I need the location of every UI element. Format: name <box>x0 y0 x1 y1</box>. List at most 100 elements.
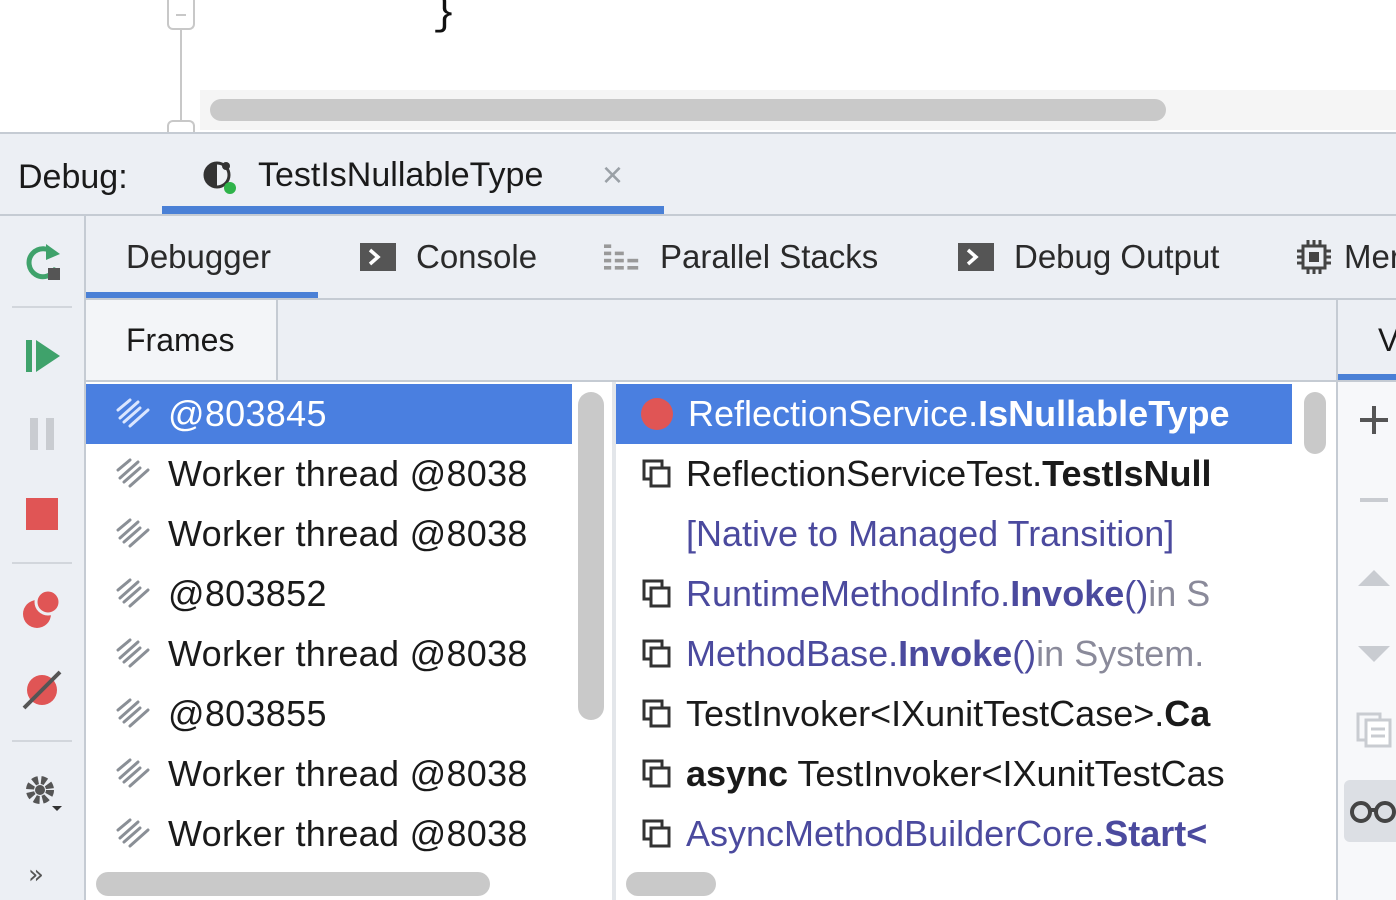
add-icon[interactable] <box>1356 402 1392 438</box>
thread-row[interactable]: Worker thread @8038 <box>86 504 572 564</box>
frame-class: RuntimeMethodInfo. <box>686 573 1011 614</box>
memory-icon <box>1297 240 1331 274</box>
threads-vertical-scrollbar[interactable] <box>578 392 604 720</box>
frame-parens: () <box>1124 573 1149 614</box>
frame-method: TestIsNull <box>1042 453 1212 494</box>
code-editor[interactable]: } <box>0 0 1396 134</box>
variables-panel-header: V <box>1336 300 1396 382</box>
move-down-icon[interactable] <box>1356 636 1392 672</box>
frame-class: AsyncMethodBuilderCore. <box>686 813 1105 854</box>
frame-module: in S <box>1148 573 1211 614</box>
tab-memory[interactable]: Mer <box>1296 216 1396 298</box>
console-icon <box>958 243 994 271</box>
rerun-icon[interactable] <box>20 240 64 284</box>
debug-session-icon <box>203 161 236 194</box>
frame-icon <box>642 459 671 488</box>
tab-debug-output[interactable]: Debug Output <box>958 216 1219 298</box>
frame-method: Ca <box>1164 693 1211 734</box>
parallel-stacks-icon <box>604 244 639 270</box>
toolbar-separator <box>12 562 72 564</box>
thread-row[interactable]: Worker thread @8038 <box>86 804 572 864</box>
watches-glasses-icon <box>1350 801 1396 823</box>
thread-label: @803852 <box>168 573 327 614</box>
tab-label: Parallel Stacks <box>660 238 879 275</box>
stack-frame-row[interactable]: async TestInvoker<IXunitTestCas <box>616 744 1292 804</box>
frame-method: Start< <box>1104 813 1208 854</box>
active-tab-indicator <box>86 292 318 298</box>
tab-label: Debug Output <box>1014 238 1220 275</box>
tab-debugger[interactable]: Debugger <box>126 216 271 298</box>
thread-row[interactable]: Worker thread @8038 <box>86 744 572 804</box>
stack-frame-row[interactable]: ReflectionService.IsNullableType <box>616 384 1292 444</box>
settings-icon[interactable] <box>20 768 64 812</box>
stack-frame-row[interactable]: [Native to Managed Transition] <box>616 504 1292 564</box>
thread-label: Worker thread @8038 <box>168 633 528 674</box>
tab-label: Debugger <box>126 238 271 275</box>
threads-horizontal-scrollbar[interactable] <box>96 872 490 896</box>
thread-row[interactable]: Worker thread @8038 <box>86 624 572 684</box>
thread-row[interactable]: @803855 <box>86 684 572 744</box>
fold-guide-line <box>180 24 182 128</box>
watches-toolbar <box>1336 382 1396 900</box>
editor-horizontal-scrollbar-thumb[interactable] <box>210 99 1166 121</box>
tab-console[interactable]: Console <box>360 216 537 298</box>
frames-horizontal-scrollbar[interactable] <box>626 872 716 896</box>
pause-icon[interactable] <box>20 412 64 456</box>
debug-label: Debug: <box>18 158 128 196</box>
stop-icon[interactable] <box>20 492 64 536</box>
active-tab-indicator <box>162 206 664 214</box>
code-line-closing-brace[interactable]: } <box>432 0 456 37</box>
stack-frame-row[interactable]: TestInvoker<IXunitTestCase>.Ca <box>616 684 1292 744</box>
copy-icon[interactable] <box>1356 712 1392 748</box>
frame-class: [Native to Managed Transition] <box>686 513 1175 554</box>
thread-row[interactable]: @803845 <box>86 384 572 444</box>
stack-frame-row[interactable]: ReflectionServiceTest.TestIsNull <box>616 444 1292 504</box>
frames-vertical-scrollbar[interactable] <box>1304 392 1326 454</box>
view-breakpoints-icon[interactable] <box>20 588 64 632</box>
frame-method: Invoke <box>898 633 1013 674</box>
toolbar-separator <box>12 306 72 308</box>
frame-method: Invoke <box>1010 573 1125 614</box>
more-actions-icon[interactable]: » <box>28 860 44 890</box>
frame-class: TestInvoker<IXunitTestCas <box>788 753 1225 794</box>
threads-list[interactable]: @803845 Worker thread @8038 Worker thread … <box>86 382 612 900</box>
thread-label: @803845 <box>168 393 327 434</box>
move-up-icon[interactable] <box>1356 560 1392 596</box>
debug-session-tab[interactable]: TestIsNullableType × <box>162 134 664 214</box>
breakpoint-icon <box>641 398 673 430</box>
tab-variables[interactable]: V <box>1378 322 1396 359</box>
frame-icon <box>642 699 671 728</box>
tab-parallel-stacks[interactable]: Parallel Stacks <box>604 216 878 298</box>
remove-icon[interactable] <box>1356 482 1392 518</box>
stack-frame-row[interactable]: AsyncMethodBuilderCore.Start< <box>616 804 1292 864</box>
frame-icon <box>642 579 671 608</box>
thread-label: Worker thread @8038 <box>168 753 528 794</box>
console-icon <box>360 243 396 271</box>
frame-class: ReflectionServiceTest. <box>686 453 1043 494</box>
frame-class: ReflectionService. <box>688 393 979 434</box>
fold-collapse-icon[interactable] <box>167 0 195 30</box>
stack-frame-row[interactable]: MethodBase.Invoke() in System. <box>616 624 1292 684</box>
watches-toggle-button[interactable] <box>1344 780 1396 842</box>
thread-icon <box>116 398 150 428</box>
stack-frame-row[interactable]: RuntimeMethodInfo.Invoke() in S <box>616 564 1292 624</box>
thread-row[interactable]: @803852 <box>86 564 572 624</box>
active-tab-indicator <box>1338 374 1396 380</box>
thread-icon <box>116 758 150 788</box>
thread-icon <box>116 578 150 608</box>
thread-icon <box>116 818 150 848</box>
tab-frames[interactable]: Frames <box>86 300 278 380</box>
frame-method: IsNullableType <box>978 393 1230 434</box>
thread-label: Worker thread @8038 <box>168 453 528 494</box>
resume-icon[interactable] <box>20 334 64 378</box>
thread-icon <box>116 698 150 728</box>
stack-frames-list[interactable]: ReflectionService.IsNullableType Reflecti… <box>616 382 1336 900</box>
frame-modifier: async <box>686 753 789 794</box>
close-icon[interactable]: × <box>602 154 623 196</box>
thread-icon <box>116 458 150 488</box>
debug-tool-window-header: Debug: TestIsNullableType × <box>0 132 1396 216</box>
thread-row[interactable]: Worker thread @8038 <box>86 444 572 504</box>
thread-icon <box>116 638 150 668</box>
mute-breakpoints-icon[interactable] <box>20 668 64 712</box>
frame-icon <box>642 819 671 848</box>
